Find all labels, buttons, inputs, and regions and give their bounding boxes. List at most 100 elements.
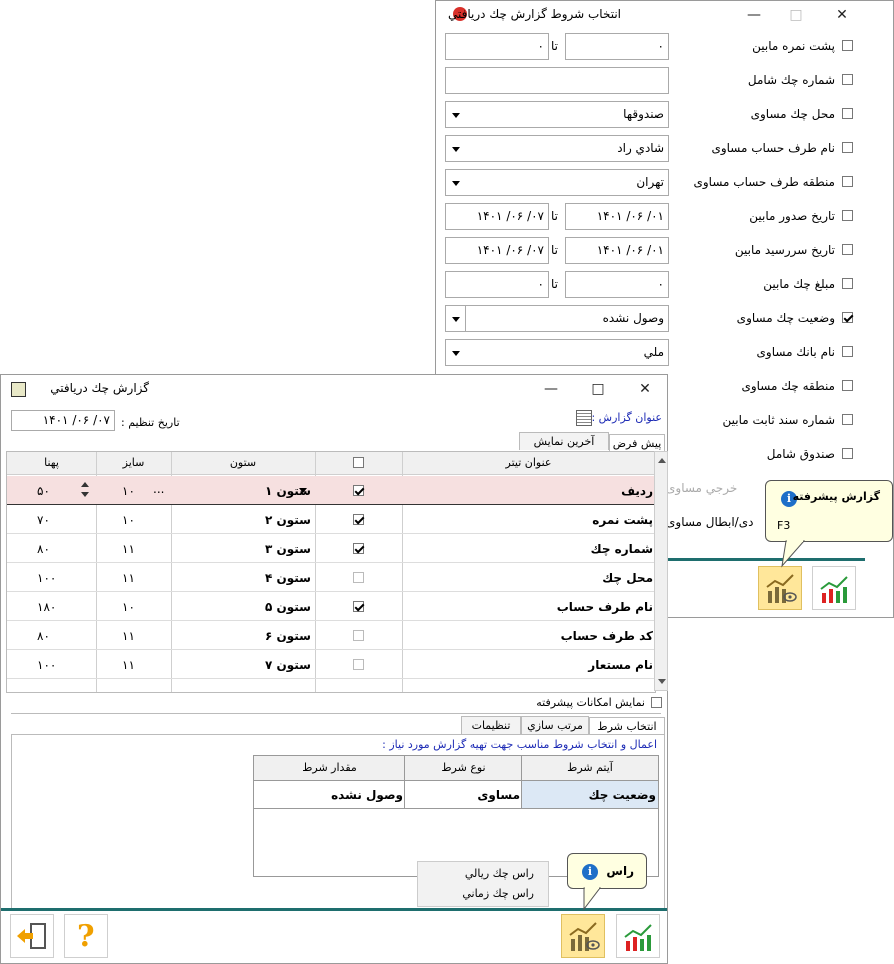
serial-from-field[interactable]: ۰ bbox=[565, 33, 669, 60]
due-date-to[interactable]: ۰۷/ ۰۶/ ۱۴۰۱ bbox=[445, 237, 549, 264]
condition-checkbox[interactable] bbox=[842, 108, 853, 119]
row-size[interactable]: ۱۱ bbox=[122, 629, 135, 643]
row-title[interactable]: نام طرف حساب bbox=[557, 600, 653, 614]
table-row[interactable] bbox=[7, 563, 655, 592]
row-width[interactable]: ۸۰ bbox=[37, 542, 50, 556]
table-row[interactable] bbox=[7, 505, 655, 534]
row-size[interactable]: ۱۰ bbox=[122, 513, 135, 527]
advanced-report-button[interactable] bbox=[758, 566, 802, 610]
report-date-field[interactable]: ۰۷/ ۰۶/ ۱۴۰۱ bbox=[11, 410, 115, 431]
help-button[interactable]: ? bbox=[64, 914, 108, 958]
check-number-field[interactable] bbox=[445, 67, 669, 94]
chart-button[interactable] bbox=[812, 566, 856, 610]
row-visible-checkbox[interactable] bbox=[352, 572, 364, 583]
grid-column-header[interactable]: ستون bbox=[171, 456, 315, 469]
tab-settings[interactable]: تنظيمات bbox=[461, 716, 521, 734]
region-dropdown[interactable]: تهران bbox=[445, 169, 669, 196]
row-size[interactable]: ۱۰ bbox=[122, 600, 135, 614]
row-size[interactable]: ۱۰ bbox=[122, 484, 135, 498]
row-visible-checkbox[interactable] bbox=[352, 485, 364, 496]
cond-row-value[interactable]: وصول نشده bbox=[331, 788, 403, 802]
grid-column-header[interactable]: عنوان تيتر bbox=[402, 456, 655, 469]
cond-row-item[interactable]: وضعيت چك bbox=[589, 788, 656, 802]
row-size[interactable]: ۱۱ bbox=[122, 658, 135, 672]
menu-item-rial[interactable]: راس چك ريالي bbox=[465, 867, 534, 880]
menu-item-time[interactable]: راس چك زماني bbox=[462, 887, 534, 900]
row-size[interactable]: ۱۱ bbox=[122, 571, 135, 585]
select-all-checkbox[interactable] bbox=[352, 457, 364, 468]
row-size[interactable]: ۱۱ bbox=[122, 542, 135, 556]
chevron-down-icon[interactable] bbox=[299, 488, 307, 493]
tab-select-condition[interactable]: انتخاب شرط bbox=[589, 717, 665, 735]
row-title[interactable]: شماره چك bbox=[591, 542, 653, 556]
advanced-options-checkbox[interactable] bbox=[651, 697, 662, 708]
condition-checkbox[interactable] bbox=[842, 176, 853, 187]
row-visible-checkbox[interactable] bbox=[352, 543, 364, 554]
place-dropdown[interactable]: صندوقها bbox=[445, 101, 669, 128]
minimize-button[interactable]: — bbox=[531, 377, 571, 401]
exit-button[interactable] bbox=[10, 914, 54, 958]
row-column[interactable]: ستون ۷ bbox=[265, 658, 311, 672]
ras-report-button[interactable] bbox=[561, 914, 605, 958]
row-column[interactable]: ستون ۴ bbox=[265, 571, 311, 585]
row-width[interactable]: ۷۰ bbox=[37, 513, 50, 527]
close-button[interactable]: ✕ bbox=[822, 3, 862, 27]
condition-checkbox[interactable] bbox=[842, 278, 853, 289]
row-visible-checkbox[interactable] bbox=[352, 659, 364, 670]
row-width[interactable]: ۸۰ bbox=[37, 629, 50, 643]
row-width[interactable]: ۱۰۰ bbox=[37, 571, 56, 585]
condition-checkbox[interactable] bbox=[842, 74, 853, 85]
row-column[interactable]: ستون ۳ bbox=[265, 542, 311, 556]
size-picker-button[interactable]: ... bbox=[153, 482, 164, 496]
condition-checkbox[interactable] bbox=[842, 142, 853, 153]
scroll-up-icon[interactable] bbox=[658, 458, 666, 463]
report-settings-icon[interactable] bbox=[576, 410, 592, 426]
table-row[interactable] bbox=[7, 476, 655, 505]
row-width[interactable]: ۵۰ bbox=[37, 484, 50, 498]
scroll-down-icon[interactable] bbox=[658, 679, 666, 684]
row-column[interactable]: ستون ۲ bbox=[265, 513, 311, 527]
row-column[interactable]: ستون ۶ bbox=[265, 629, 311, 643]
row-width[interactable]: ۱۸۰ bbox=[37, 600, 56, 614]
issue-date-to[interactable]: ۰۷/ ۰۶/ ۱۴۰۱ bbox=[445, 203, 549, 230]
table-row[interactable] bbox=[7, 650, 655, 679]
tab-last-view[interactable]: آخرين نمايش bbox=[519, 432, 609, 450]
issue-date-from[interactable]: ۰۱/ ۰۶/ ۱۴۰۱ bbox=[565, 203, 669, 230]
due-date-from[interactable]: ۰۱/ ۰۶/ ۱۴۰۱ bbox=[565, 237, 669, 264]
table-row[interactable] bbox=[7, 621, 655, 650]
close-button[interactable]: ✕ bbox=[625, 377, 665, 401]
row-visible-checkbox[interactable] bbox=[352, 514, 364, 525]
condition-checkbox[interactable] bbox=[842, 210, 853, 221]
bank-dropdown[interactable]: ملي bbox=[445, 339, 669, 366]
condition-checkbox[interactable] bbox=[842, 380, 853, 391]
party-dropdown[interactable]: شادي راد bbox=[445, 135, 669, 162]
spin-up-icon[interactable] bbox=[81, 482, 89, 487]
grid-column-header[interactable]: پهنا bbox=[7, 456, 96, 469]
tab-sorting[interactable]: مرتب سازي bbox=[521, 716, 589, 734]
row-title[interactable]: محل چك bbox=[602, 571, 653, 585]
condition-checkbox[interactable] bbox=[842, 312, 853, 323]
row-column[interactable]: ستون ۵ bbox=[265, 600, 311, 614]
minimize-button[interactable]: — bbox=[734, 3, 774, 27]
row-title[interactable]: پشت نمره bbox=[592, 513, 653, 527]
tab-default[interactable]: پيش فرض bbox=[609, 434, 665, 452]
amount-from-field[interactable]: ۰ bbox=[565, 271, 669, 298]
serial-to-field[interactable]: ۰ bbox=[445, 33, 549, 60]
condition-checkbox[interactable] bbox=[842, 414, 853, 425]
chart-button[interactable] bbox=[616, 914, 660, 958]
condition-checkbox[interactable] bbox=[842, 244, 853, 255]
grid-column-header[interactable]: سايز bbox=[96, 456, 171, 469]
row-visible-checkbox[interactable] bbox=[352, 630, 364, 641]
row-title[interactable]: كد طرف حساب bbox=[561, 629, 653, 643]
condition-checkbox[interactable] bbox=[842, 40, 853, 51]
row-visible-checkbox[interactable] bbox=[352, 601, 364, 612]
table-row[interactable] bbox=[7, 534, 655, 563]
spin-down-icon[interactable] bbox=[81, 492, 89, 497]
condition-checkbox[interactable] bbox=[842, 346, 853, 357]
maximize-button[interactable]: □ bbox=[578, 377, 618, 401]
grid-scrollbar[interactable] bbox=[654, 451, 668, 691]
cond-row-type[interactable]: مساوی bbox=[477, 788, 520, 802]
row-width[interactable]: ۱۰۰ bbox=[37, 658, 56, 672]
condition-checkbox[interactable] bbox=[842, 448, 853, 459]
amount-to-field[interactable]: ۰ bbox=[445, 271, 549, 298]
